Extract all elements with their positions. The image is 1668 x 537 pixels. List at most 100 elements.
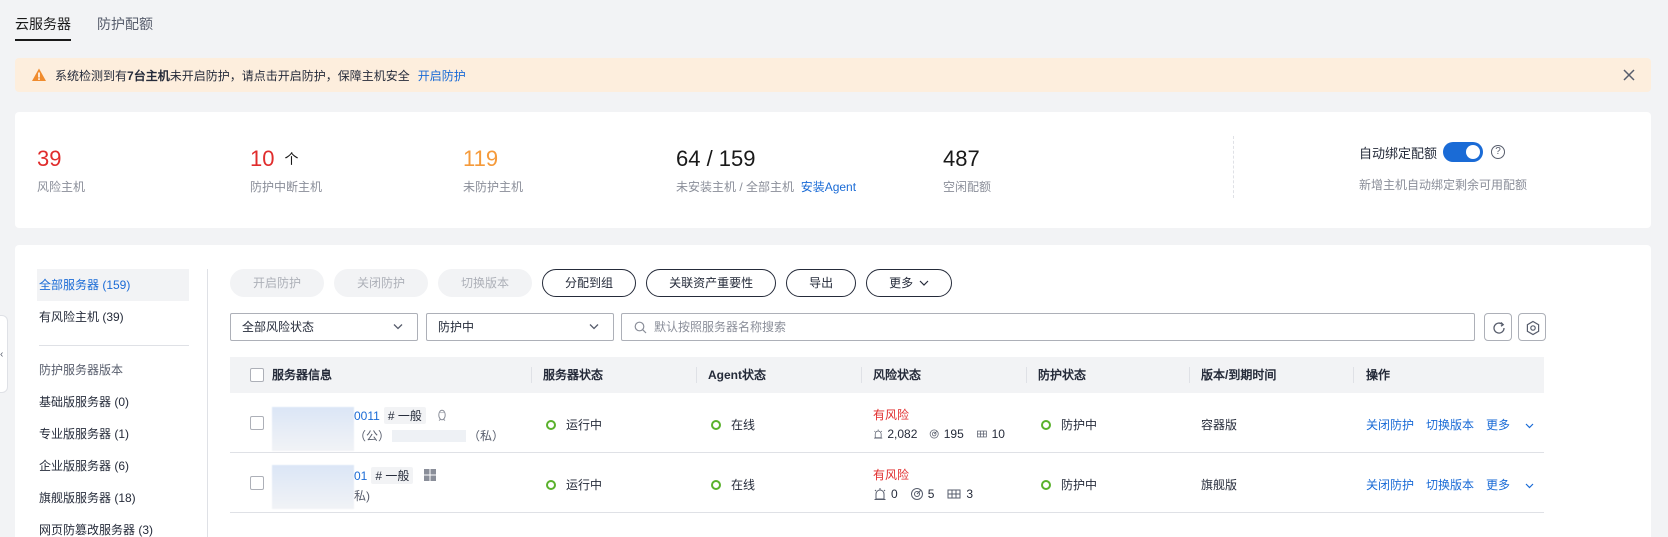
- sidebar-item-risk-hosts[interactable]: 有风险主机 (39): [39, 301, 189, 333]
- linux-icon: [438, 409, 446, 421]
- auto-bind-setting: 自动绑定配额 ?: [1359, 142, 1506, 162]
- search-input[interactable]: [654, 318, 1454, 336]
- sidebar-item-professional[interactable]: 专业版服务器 (1): [39, 418, 189, 450]
- more-link[interactable]: 更多: [1486, 478, 1534, 492]
- col-protect-status: 防护状态: [1038, 368, 1087, 382]
- more-link[interactable]: 更多: [1486, 418, 1534, 432]
- risk-status-select[interactable]: 全部风险状态: [230, 313, 418, 341]
- sidebar-item-flagship[interactable]: 旗舰版服务器 (18): [39, 482, 189, 514]
- select-all-checkbox[interactable]: [250, 368, 264, 382]
- protect-status: 防护中: [1041, 476, 1097, 493]
- col-separator: [1353, 367, 1354, 383]
- server-name-link[interactable]: 0011: [354, 409, 380, 423]
- table-row: 01 # 一般 私) 运行中 在线 有风险 0 5 3 防护中 旗舰版 关闭防护…: [230, 453, 1544, 513]
- alarm-icon: [874, 429, 883, 439]
- settings-button[interactable]: [1518, 313, 1546, 341]
- unit-label: 个: [284, 151, 299, 167]
- switch-version-link[interactable]: 切换版本: [1426, 478, 1474, 492]
- search-icon: [634, 321, 647, 334]
- top-tabs: 云服务器 防护配额: [0, 0, 1668, 44]
- sidebar-section-title: 防护服务器版本: [39, 363, 124, 377]
- refresh-button[interactable]: [1484, 313, 1512, 341]
- risk-status[interactable]: 有风险 0 5 3: [873, 466, 1013, 501]
- warning-icon: [32, 68, 46, 81]
- table-header: 服务器信息 服务器状态 Agent状态 风险状态 防护状态 版本/到期时间 操作: [230, 357, 1544, 393]
- col-separator: [531, 367, 532, 383]
- main-panel: 全部服务器 (159) 有风险主机 (39) 防护服务器版本 基础版服务器 (0…: [15, 245, 1651, 537]
- sidebar-separator: [207, 269, 208, 537]
- chevron-down-icon: [1525, 423, 1534, 429]
- more-button[interactable]: 更多: [866, 269, 953, 297]
- alarm-icon: [874, 488, 886, 500]
- server-name-link[interactable]: 01: [354, 469, 367, 483]
- action-toolbar: 开启防护 关闭防护 切换版本 分配到组 关联资产重要性 导出 更多: [230, 269, 953, 297]
- switch-version-button[interactable]: 切换版本: [438, 269, 533, 297]
- chevron-down-icon: [589, 324, 599, 330]
- link-importance-button[interactable]: 关联资产重要性: [646, 269, 777, 297]
- export-button[interactable]: 导出: [786, 269, 857, 297]
- col-version: 版本/到期时间: [1201, 368, 1277, 382]
- row-operations: 关闭防护 切换版本 更多: [1366, 416, 1534, 433]
- target-icon: [930, 429, 940, 439]
- row-checkbox[interactable]: [250, 416, 264, 430]
- filter-bar: 全部风险状态 防护中: [230, 313, 1630, 343]
- alert-message: 系统检测到有7台主机未开启防护，请点击开启防护，保障主机安全: [55, 68, 410, 83]
- stats-panel: 39 风险主机 10 个 防护中断主机 119 未防护主机 64 / 159 未安…: [15, 112, 1651, 228]
- stat-interrupted-hosts[interactable]: 10 个 防护中断主机: [250, 146, 322, 195]
- risk-status[interactable]: 有风险 2,082 195 10: [873, 406, 1013, 441]
- chevron-down-icon: [919, 280, 929, 286]
- help-icon[interactable]: ?: [1491, 145, 1506, 159]
- server-status: 运行中: [546, 416, 602, 433]
- server-status: 运行中: [546, 476, 602, 493]
- enable-protection-button[interactable]: 开启防护: [230, 269, 325, 297]
- sidebar-item-enterprise[interactable]: 企业版服务器 (6): [39, 450, 189, 482]
- tab-cloud-servers[interactable]: 云服务器: [15, 14, 71, 34]
- protect-status: 防护中: [1041, 416, 1097, 433]
- server-ip: 私): [354, 489, 370, 503]
- windows-icon: [423, 469, 436, 481]
- chevron-down-icon: [393, 324, 403, 330]
- refresh-icon: [1493, 322, 1505, 334]
- alert-enable-link[interactable]: 开启防护: [418, 67, 466, 84]
- chevron-down-icon: [1525, 483, 1534, 489]
- col-separator: [696, 367, 697, 383]
- baseline-icon: [947, 489, 961, 499]
- server-filter-sidebar: 全部服务器 (159) 有风险主机 (39) 防护服务器版本 基础版服务器 (0…: [37, 269, 189, 537]
- importance-tag: # 一般: [383, 407, 426, 424]
- agent-status: 在线: [711, 476, 755, 493]
- row-checkbox[interactable]: [250, 476, 264, 490]
- sidebar-collapse-handle[interactable]: ‹: [0, 315, 8, 393]
- warning-alert: 系统检测到有7台主机未开启防护，请点击开启防护，保障主机安全 开启防护: [15, 58, 1651, 92]
- sidebar-item-web-tamper[interactable]: 网页防篡改服务器 (3): [39, 514, 189, 537]
- protect-status-select[interactable]: 防护中: [426, 313, 614, 341]
- disable-protection-button[interactable]: 关闭防护: [334, 269, 429, 297]
- col-agent-status: Agent状态: [708, 368, 766, 382]
- sidebar-item-all-servers[interactable]: 全部服务器 (159): [37, 269, 189, 301]
- chevron-left-icon: ‹: [0, 349, 4, 360]
- stat-risk-hosts[interactable]: 39 风险主机: [37, 146, 85, 195]
- baseline-icon: [976, 430, 987, 438]
- stat-agent-hosts: 64 / 159 未安装主机 / 全部主机 安装Agent: [676, 146, 857, 194]
- col-separator: [861, 367, 862, 383]
- col-separator: [1026, 367, 1027, 383]
- assign-group-button[interactable]: 分配到组: [542, 269, 637, 297]
- stat-unprotected-hosts[interactable]: 119 未防护主机: [463, 146, 523, 195]
- install-agent-link[interactable]: 安装Agent: [801, 180, 856, 194]
- server-thumbnail: [272, 465, 354, 509]
- tab-protection-quota[interactable]: 防护配额: [97, 14, 153, 34]
- stat-idle-quota: 487 空闲配额: [943, 146, 992, 194]
- agent-status: 在线: [711, 416, 755, 433]
- sidebar-item-basic[interactable]: 基础版服务器 (0): [39, 386, 189, 418]
- table-row: 0011 # 一般 （公） （私） 运行中 在线 有风险 2,082 195 10 …: [230, 393, 1544, 453]
- stats-divider: [1233, 136, 1234, 198]
- server-table: 服务器信息 服务器状态 Agent状态 风险状态 防护状态 版本/到期时间 操作…: [230, 357, 1544, 513]
- gear-icon: [1526, 320, 1540, 336]
- disable-protection-link[interactable]: 关闭防护: [1366, 478, 1414, 492]
- row-operations: 关闭防护 切换版本 更多: [1366, 476, 1534, 493]
- version-value: 容器版: [1201, 418, 1238, 432]
- search-box: [621, 313, 1475, 341]
- close-icon[interactable]: [1621, 67, 1637, 83]
- switch-version-link[interactable]: 切换版本: [1426, 418, 1474, 432]
- auto-bind-toggle[interactable]: [1443, 142, 1484, 162]
- disable-protection-link[interactable]: 关闭防护: [1366, 418, 1414, 432]
